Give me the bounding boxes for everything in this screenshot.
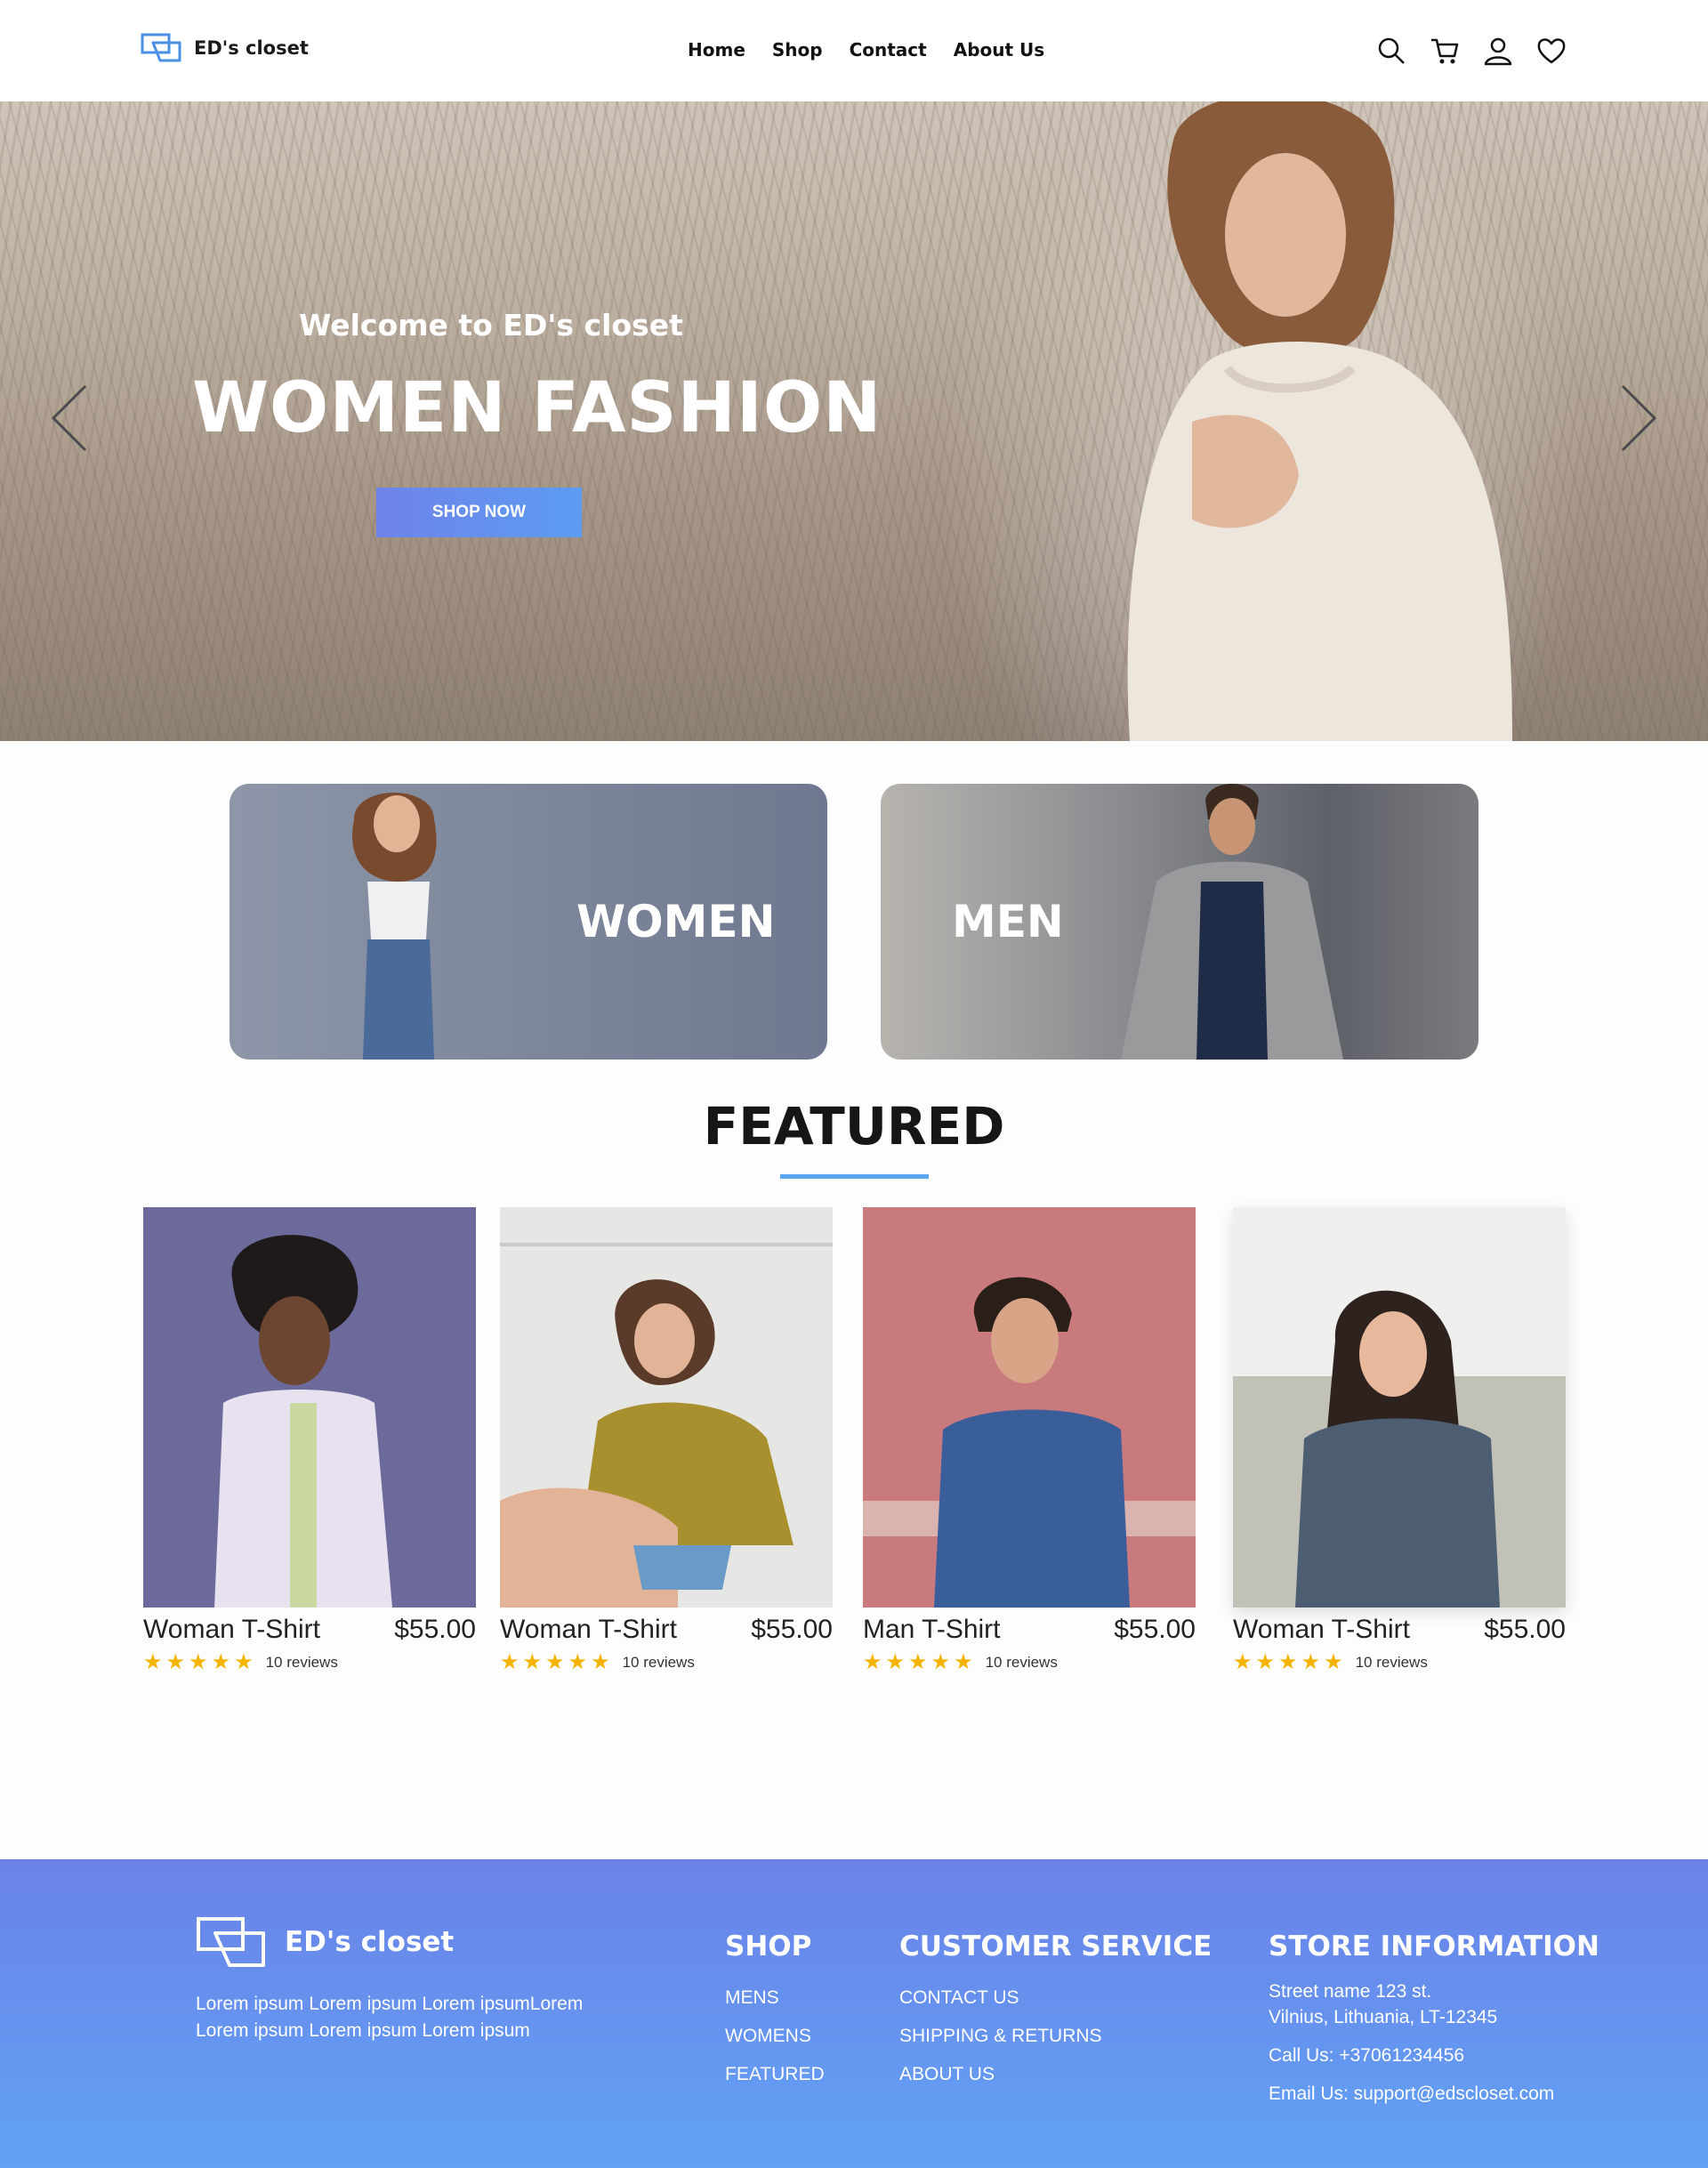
category-card-women[interactable]: WOMEN [230, 784, 827, 1060]
star-icon: ★ [931, 1650, 951, 1674]
footer-service-title: CUSTOMER SERVICE [899, 1930, 1213, 1962]
product-image[interactable] [500, 1207, 833, 1608]
store-address-line1: Street name 123 st. [1269, 1981, 1432, 2002]
star-icon: ★ [500, 1650, 520, 1674]
nav-shop[interactable]: Shop [772, 39, 823, 60]
store-address: Street name 123 st. Vilnius, Lithuania, … [1269, 1979, 1599, 2030]
footer-service-column: CUSTOMER SERVICE CONTACT US SHIPPING & R… [899, 1930, 1212, 2093]
star-icon: ★ [863, 1650, 882, 1674]
featured-underline [780, 1174, 929, 1179]
footer-store-column: STORE INFORMATION Street name 123 st. Vi… [1269, 1930, 1599, 2119]
nav-about-us[interactable]: About Us [954, 39, 1044, 60]
footer-link-womens[interactable]: WOMENS [725, 2017, 825, 2055]
site-footer: ED's closet Lorem ipsum Lorem ipsum Lore… [0, 1859, 1708, 2168]
heart-icon[interactable] [1536, 36, 1567, 66]
star-icon: ★ [954, 1650, 973, 1674]
cart-icon[interactable] [1430, 36, 1460, 66]
product-rating: ★ ★ ★ ★ ★ 10 reviews [500, 1652, 695, 1673]
product-image[interactable] [143, 1207, 476, 1608]
store-phone[interactable]: Call Us: +37061234456 [1269, 2043, 1599, 2068]
product-image[interactable] [863, 1207, 1196, 1608]
star-icon: ★ [545, 1650, 565, 1674]
review-count[interactable]: 10 reviews [986, 1654, 1058, 1672]
star-icon: ★ [1278, 1650, 1298, 1674]
star-icon: ★ [211, 1650, 231, 1674]
product-rating: ★ ★ ★ ★ ★ 10 reviews [1233, 1652, 1428, 1673]
top-navbar: ED's closet Home Shop Contact About Us [0, 0, 1708, 101]
footer-link-shipping-returns[interactable]: SHIPPING & RETURNS [899, 2017, 1212, 2055]
category-label-women: WOMEN [576, 896, 776, 947]
star-icon: ★ [1233, 1650, 1253, 1674]
product-rating: ★ ★ ★ ★ ★ 10 reviews [143, 1652, 338, 1673]
women-category-image [352, 793, 437, 1060]
star-icon: ★ [522, 1650, 543, 1674]
carousel-next-icon[interactable] [1614, 383, 1662, 454]
product-price: $55.00 [751, 1615, 833, 1644]
hero-title: WOMEN FASHION [192, 368, 882, 448]
star-icon: ★ [568, 1650, 588, 1674]
product-card[interactable]: Man T-Shirt $55.00 ★ ★ ★ ★ ★ 10 reviews [863, 1207, 1196, 1673]
hero-subtitle: Welcome to ED's closet [299, 308, 683, 343]
footer-link-contact-us[interactable]: CONTACT US [899, 1979, 1212, 2017]
hero-model-image [1127, 101, 1512, 741]
star-icon: ★ [591, 1650, 610, 1674]
product-name[interactable]: Man T-Shirt [863, 1615, 1001, 1645]
main-menu: Home Shop Contact About Us [688, 39, 1044, 60]
product-rating: ★ ★ ★ ★ ★ 10 reviews [863, 1652, 1058, 1673]
product-price: $55.00 [394, 1615, 476, 1644]
star-icon: ★ [1324, 1650, 1343, 1674]
nav-home[interactable]: Home [688, 39, 745, 60]
product-name[interactable]: Woman T-Shirt [1233, 1615, 1410, 1645]
footer-store-title: STORE INFORMATION [1269, 1930, 1599, 1962]
product-price: $55.00 [1114, 1615, 1196, 1644]
footer-logo[interactable]: ED's closet [196, 1915, 454, 1969]
footer-shop-column: SHOP MENS WOMENS FEATURED [725, 1930, 825, 2093]
carousel-prev-icon[interactable] [46, 383, 94, 454]
footer-link-about-us[interactable]: ABOUT US [899, 2055, 1212, 2093]
nav-icons [1376, 36, 1567, 66]
star-icon: ★ [189, 1650, 208, 1674]
men-category-image [1121, 784, 1343, 1060]
product-price: $55.00 [1484, 1615, 1566, 1644]
footer-description: Lorem ipsum Lorem ipsum Lorem ipsumLorem… [196, 1994, 584, 2041]
product-card[interactable]: Woman T-Shirt $55.00 ★ ★ ★ ★ ★ 10 reviews [1233, 1207, 1566, 1673]
footer-brand-name: ED's closet [285, 1926, 455, 1958]
star-icon: ★ [234, 1650, 254, 1674]
star-icon: ★ [1301, 1650, 1321, 1674]
review-count[interactable]: 10 reviews [266, 1654, 338, 1672]
star-icon: ★ [143, 1650, 163, 1674]
featured-title: FEATURED [703, 1096, 1005, 1157]
brand-name: ED's closet [194, 37, 309, 59]
category-label-men: MEN [952, 896, 1064, 947]
store-email[interactable]: Email Us: support@edscloset.com [1269, 2081, 1599, 2107]
star-icon: ★ [1255, 1650, 1276, 1674]
review-count[interactable]: 10 reviews [1356, 1654, 1428, 1672]
star-icon: ★ [885, 1650, 906, 1674]
product-image[interactable] [1233, 1207, 1566, 1608]
shop-now-button[interactable]: SHOP NOW [376, 488, 582, 537]
nav-contact[interactable]: Contact [850, 39, 927, 60]
logo-icon [197, 1917, 265, 1967]
star-icon: ★ [908, 1650, 928, 1674]
search-icon[interactable] [1376, 36, 1406, 66]
user-icon[interactable] [1483, 36, 1513, 66]
star-icon: ★ [165, 1650, 186, 1674]
review-count[interactable]: 10 reviews [623, 1654, 695, 1672]
product-card[interactable]: Woman T-Shirt $55.00 ★ ★ ★ ★ ★ 10 reviews [500, 1207, 833, 1673]
product-card[interactable]: Woman T-Shirt $55.00 ★ ★ ★ ★ ★ 10 reviews [143, 1207, 476, 1673]
logo-icon [141, 33, 181, 62]
footer-link-mens[interactable]: MENS [725, 1979, 825, 2017]
product-name[interactable]: Woman T-Shirt [500, 1615, 677, 1645]
hero-banner: Welcome to ED's closet WOMEN FASHION SHO… [0, 101, 1708, 741]
footer-shop-title: SHOP [725, 1930, 812, 1962]
store-address-line2: Vilnius, Lithuania, LT-12345 [1269, 2007, 1498, 2027]
category-card-men[interactable]: MEN [881, 784, 1478, 1060]
product-name[interactable]: Woman T-Shirt [143, 1615, 320, 1645]
brand-logo[interactable]: ED's closet [141, 32, 309, 64]
footer-link-featured[interactable]: FEATURED [725, 2055, 825, 2093]
